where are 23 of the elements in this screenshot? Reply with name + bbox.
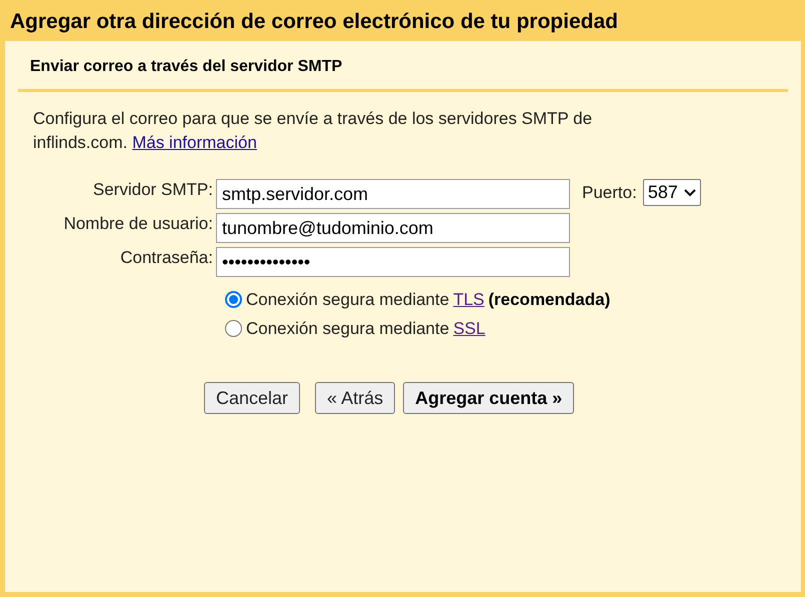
input-field[interactable]: •••••••••••••• <box>216 247 570 277</box>
protocol-link[interactable]: TLS <box>453 287 484 312</box>
option-label: Conexión segura mediante <box>246 289 450 311</box>
field-label: Servidor SMTP: <box>92 179 214 201</box>
chevron-down-icon <box>684 188 696 196</box>
window-title: Agregar otra dirección de correo electrónico de tu propiedad <box>10 9 618 36</box>
field-label: Contraseña: <box>119 247 214 269</box>
port-label: Puerto: <box>582 182 637 204</box>
more-info-link[interactable]: Más información <box>132 133 257 152</box>
intro-text: Configura el correo para que se envíe a través de los servidores SMTP de inflinds.com. Más información <box>33 108 594 154</box>
port-select[interactable]: 587 <box>642 179 701 206</box>
field-label: Nombre de usuario: <box>62 213 214 235</box>
dialog-button[interactable]: Agregar cuenta » <box>403 382 574 414</box>
section-title: Enviar correo a través del servidor SMTP <box>30 58 342 75</box>
radio-button[interactable] <box>225 291 242 308</box>
dialog-button[interactable]: Cancelar <box>204 382 300 414</box>
input-field[interactable]: smtp.servidor.com <box>216 179 570 209</box>
radio-button[interactable] <box>225 320 242 337</box>
dialog-button[interactable]: « Atrás <box>315 382 396 414</box>
protocol-link[interactable]: SSL <box>453 316 486 341</box>
recommended-note: (recomendada) <box>488 289 610 311</box>
option-label: Conexión segura mediante <box>246 318 450 340</box>
input-field[interactable]: tunombre@tudominio.com <box>216 213 570 243</box>
